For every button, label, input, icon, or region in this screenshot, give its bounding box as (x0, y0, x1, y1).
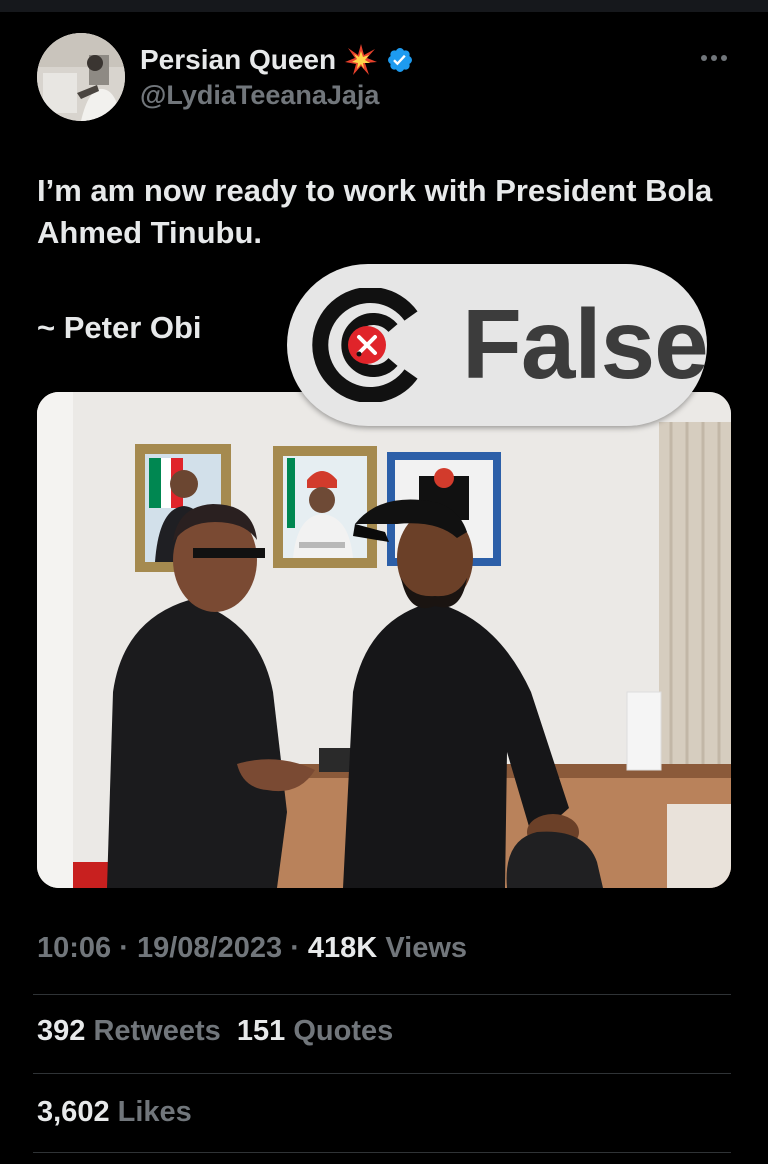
quotes-label: Quotes (293, 1015, 394, 1047)
retweets-quotes-row: 392 Retweets 151 Quotes (37, 1015, 393, 1048)
verified-badge-icon (386, 46, 414, 74)
tweet-meta: 10:06 · 19/08/2023 · 418K Views (37, 932, 467, 965)
retweets-stat[interactable]: 392 Retweets (37, 1015, 221, 1047)
likes-label: Likes (117, 1096, 192, 1128)
tweet-attribution: ~ Peter Obi (37, 310, 202, 345)
collision-spark-icon (344, 43, 378, 77)
author-name-row: Persian Queen (140, 42, 414, 78)
divider (33, 994, 731, 995)
author-handle[interactable]: @LydiaTeeanaJaja (140, 80, 379, 111)
meta-separator: · (119, 932, 129, 964)
tweet-photo[interactable] (37, 392, 731, 888)
likes-row: 3,602 Likes (37, 1096, 192, 1129)
views-count: 418K (307, 932, 378, 964)
false-check-logo-icon (311, 287, 425, 403)
false-label: False (462, 289, 709, 399)
retweets-count: 392 (37, 1015, 86, 1047)
top-bar (0, 0, 768, 12)
meta-separator: · (290, 932, 300, 964)
avatar[interactable] (37, 33, 125, 121)
office-meeting-photo (37, 392, 731, 888)
quotes-count: 151 (236, 1015, 286, 1047)
likes-count: 3,602 (37, 1096, 110, 1128)
more-options-icon[interactable] (696, 46, 732, 70)
avatar-image (37, 33, 125, 121)
views-label: Views (385, 932, 468, 964)
tweet-text: I’m am now ready to work with President … (37, 173, 713, 250)
tweet-date[interactable]: 19/08/2023 (137, 932, 282, 964)
retweets-label: Retweets (93, 1015, 221, 1047)
divider (33, 1073, 731, 1074)
tweet-time[interactable]: 10:06 (37, 932, 111, 964)
quotes-stat[interactable]: 151 Quotes (237, 1015, 393, 1047)
fact-check-false-badge: False (287, 264, 709, 426)
likes-stat[interactable]: 3,602 Likes (37, 1096, 192, 1128)
display-name[interactable]: Persian Queen (140, 44, 336, 76)
divider (33, 1152, 731, 1153)
